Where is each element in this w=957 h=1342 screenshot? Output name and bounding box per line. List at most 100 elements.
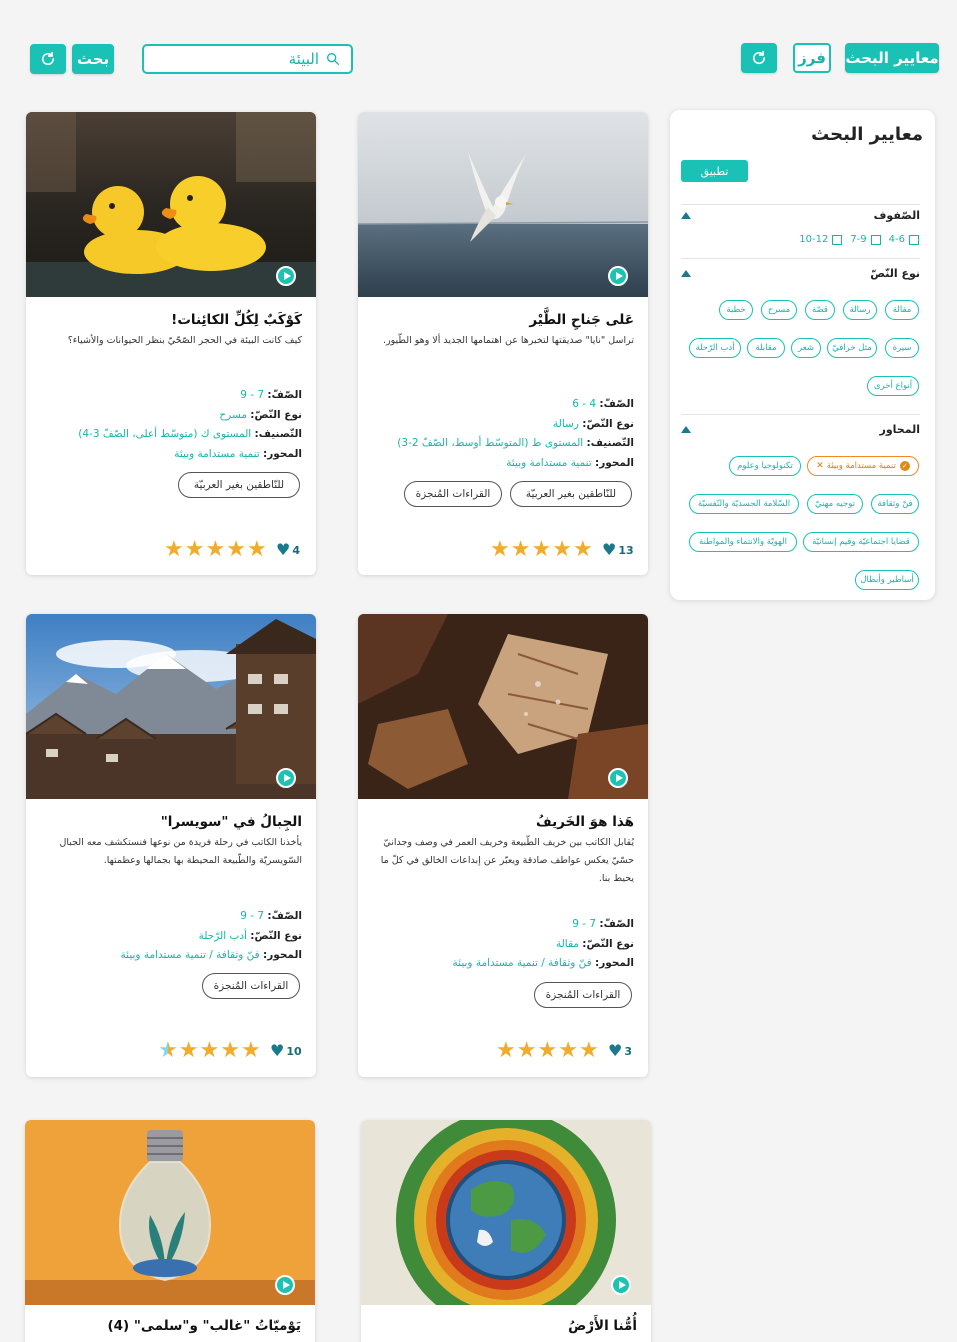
- play-icon[interactable]: [275, 1275, 295, 1295]
- apply-button[interactable]: تطبيق: [681, 160, 748, 182]
- card-title[interactable]: أُمُّنا الأَرْضُ: [568, 1318, 637, 1334]
- card-image-bird[interactable]: [358, 112, 648, 297]
- likes[interactable]: ♥ 13: [602, 542, 634, 558]
- chip-text-type[interactable]: قصّة: [805, 300, 835, 320]
- likes[interactable]: ♥ 10: [270, 1043, 302, 1059]
- chip-text-type[interactable]: مسرح: [761, 300, 797, 320]
- card-image-ducks[interactable]: [26, 112, 316, 297]
- grade-key: الصّفّ:: [267, 910, 302, 922]
- non-arabic-speakers-button[interactable]: للنّاطقين بغير العربيّة: [510, 481, 632, 507]
- rating-stars: ★ ★ ★ ★ ★: [164, 539, 267, 561]
- chip-text-type[interactable]: رسالة: [843, 300, 877, 320]
- axis-value: تنمية مستدامة وبيئة: [506, 456, 592, 469]
- card-title[interactable]: هَذا هوَ الخَريفُ: [536, 814, 634, 830]
- star-half-icon: ★: [158, 1038, 178, 1063]
- search-field[interactable]: [142, 44, 353, 74]
- chip-axis[interactable]: السّلامة الجسديّة والنّفسيّة: [689, 494, 799, 514]
- axes-label: المحاور: [879, 422, 920, 436]
- heart-icon[interactable]: ♥: [608, 1043, 622, 1059]
- card-image-mountains[interactable]: [26, 614, 316, 799]
- completed-readings-button[interactable]: القراءات المُنجزة: [202, 973, 300, 999]
- type-key: نوع النّصّ:: [582, 417, 634, 430]
- chip-axis[interactable]: تكنولوجيا وعلوم: [729, 456, 801, 476]
- star-icon: ★: [531, 537, 552, 562]
- chip-text-type[interactable]: شعر: [791, 338, 821, 358]
- axes-section-header[interactable]: المحاور: [681, 419, 920, 439]
- star-icon: ★: [510, 537, 531, 562]
- collapse-arrow-icon[interactable]: [681, 425, 691, 433]
- text-card[interactable]: عَلى جَناحِ الطَّيْر تراسل "نايا" صديقته…: [358, 112, 648, 575]
- remove-icon[interactable]: ✕: [816, 461, 824, 471]
- checkbox[interactable]: [909, 234, 919, 245]
- grade-option-10-12[interactable]: 10-12: [799, 234, 843, 245]
- type-value: رسالة: [553, 417, 579, 430]
- reset-search-button[interactable]: [30, 44, 66, 74]
- text-card[interactable]: أُمُّنا الأَرْضُ: [361, 1120, 651, 1342]
- heart-icon[interactable]: ♥: [276, 542, 290, 558]
- chip-axis[interactable]: الهويّة والانتماء والمواطنة: [689, 532, 797, 552]
- card-image-autumn[interactable]: [358, 614, 648, 799]
- card-title[interactable]: يَوْميّاتُ "غالب" و"سلمى" (4): [107, 1318, 301, 1334]
- star-icon: ★: [184, 537, 205, 562]
- grades-section-header[interactable]: الصّفوف: [681, 205, 920, 225]
- likes[interactable]: ♥ 3: [608, 1043, 632, 1059]
- search-input[interactable]: [179, 50, 319, 68]
- star-icon: ★: [226, 537, 246, 562]
- likes[interactable]: ♥ 4: [276, 542, 300, 558]
- card-title[interactable]: عَلى جَناحِ الطَّيْر: [529, 312, 634, 328]
- page: معايير البحث فرز بحث معايير البحث تطبيق …: [10, 0, 954, 1342]
- chip-text-type[interactable]: أدب الرّحلة: [689, 338, 741, 358]
- grades-label: الصّفوف: [873, 208, 920, 222]
- chip-axis[interactable]: أساطير وأبطال: [855, 570, 919, 590]
- checkbox[interactable]: [870, 234, 881, 245]
- text-card[interactable]: كَوْكَبٌ لِكُلِّ الكائِنات! كيف كانت الب…: [26, 112, 316, 575]
- card-image-earth[interactable]: [361, 1120, 651, 1306]
- chip-axis[interactable]: قضايا اجتماعيّة وقيم إنسانيّة: [803, 532, 919, 552]
- grade-option-7-9[interactable]: 7-9: [850, 234, 881, 245]
- star-icon: ★: [246, 537, 267, 562]
- heart-icon[interactable]: ♥: [602, 542, 616, 558]
- refresh-button[interactable]: [741, 43, 777, 73]
- collapse-arrow-icon[interactable]: [681, 211, 691, 219]
- grades-options: 4-6 7-9 10-12: [799, 234, 919, 245]
- checkbox[interactable]: [832, 234, 843, 245]
- non-arabic-speakers-button[interactable]: للنّاطقين بغير العربيّة: [178, 472, 300, 498]
- card-title[interactable]: كَوْكَبٌ لِكُلِّ الكائِنات!: [171, 312, 302, 328]
- grade-value: 7 - 9: [240, 910, 265, 922]
- text-card[interactable]: هَذا هوَ الخَريفُ يُقابل الكاتب بين خريف…: [358, 614, 648, 1077]
- play-icon[interactable]: [276, 768, 296, 788]
- axis-value: فنّ وثقافة / تنمية مستدامة وبيئة: [120, 949, 260, 961]
- play-icon[interactable]: [611, 1275, 631, 1295]
- search-button[interactable]: بحث: [72, 44, 114, 74]
- chip-text-type[interactable]: مثل خرافيّ: [827, 338, 877, 358]
- chip-axis-active[interactable]: ✓ تنمية مستدامة وبيئة ✕: [807, 456, 919, 476]
- chip-text-type[interactable]: أنواع أخرى: [867, 376, 919, 396]
- completed-readings-button[interactable]: القراءات المُنجزة: [534, 982, 632, 1008]
- play-icon[interactable]: [608, 768, 628, 788]
- card-title[interactable]: الجِبالُ في "سويسرا": [161, 814, 302, 830]
- chip-axis[interactable]: فنّ وثقافة: [871, 494, 919, 514]
- play-icon[interactable]: [608, 266, 628, 286]
- collapse-arrow-icon[interactable]: [681, 269, 691, 277]
- star-icon: ★: [164, 537, 184, 562]
- heart-icon[interactable]: ♥: [270, 1043, 284, 1059]
- type-value: أدب الرّحلة: [198, 929, 247, 942]
- chip-axis[interactable]: توجيه مهنيّ: [807, 494, 863, 514]
- card-description: كيف كانت البيئة في الحجر الصّحّيّ بنظر ا…: [67, 335, 302, 346]
- chip-text-type[interactable]: سيرة: [885, 338, 919, 358]
- text-card[interactable]: يَوْميّاتُ "غالب" و"سلمى" (4): [25, 1120, 315, 1342]
- text-type-section-header[interactable]: نوع النّصّ: [681, 263, 920, 283]
- sort-button[interactable]: فرز: [793, 43, 831, 73]
- search-icon: [327, 53, 339, 65]
- card-image-lightbulb[interactable]: [25, 1120, 315, 1306]
- star-icon: ★: [178, 1038, 199, 1063]
- chip-text-type[interactable]: مقابلة: [747, 338, 785, 358]
- chip-text-type[interactable]: خطبة: [719, 300, 753, 320]
- completed-readings-button[interactable]: القراءات المُنجزة: [404, 481, 502, 507]
- text-card[interactable]: الجِبالُ في "سويسرا" يأخذنا الكاتب في رح…: [26, 614, 316, 1077]
- search-criteria-button[interactable]: معايير البحث: [845, 43, 939, 73]
- play-icon[interactable]: [276, 266, 296, 286]
- chip-text-type[interactable]: مقالة: [885, 300, 919, 320]
- star-icon: ★: [578, 1038, 599, 1063]
- grade-option-4-6[interactable]: 4-6: [889, 234, 919, 245]
